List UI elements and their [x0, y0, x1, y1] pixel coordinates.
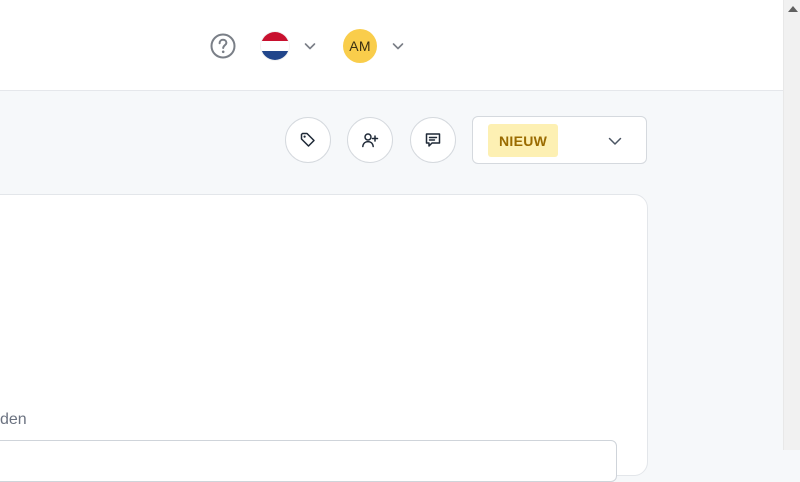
status-badge: NIEUW [488, 124, 559, 157]
scroll-up-arrow-icon[interactable] [788, 6, 798, 12]
flag-stripe-white [261, 41, 289, 51]
tag-icon [300, 132, 315, 147]
status-chevron-down-icon [608, 137, 622, 145]
top-navigation-bar: AM [0, 0, 783, 91]
comment-icon [425, 133, 441, 147]
user-plus-icon [362, 133, 379, 148]
vertical-scrollbar[interactable] [783, 0, 800, 450]
text-input[interactable] [0, 440, 617, 482]
details-card [0, 194, 648, 476]
help-icon[interactable] [210, 33, 236, 59]
field-label: den [0, 411, 27, 428]
status-select[interactable]: NIEUW [472, 116, 647, 164]
flag-stripe-red [261, 32, 289, 42]
flag-stripe-blue [261, 50, 289, 60]
assign-user-button[interactable] [347, 117, 393, 163]
language-flag-icon[interactable] [261, 32, 289, 60]
user-avatar[interactable]: AM [343, 29, 377, 63]
user-menu-chevron-down-icon[interactable] [391, 39, 405, 53]
language-chevron-down-icon[interactable] [303, 39, 317, 53]
add-tag-button[interactable] [285, 117, 331, 163]
comment-button[interactable] [410, 117, 456, 163]
